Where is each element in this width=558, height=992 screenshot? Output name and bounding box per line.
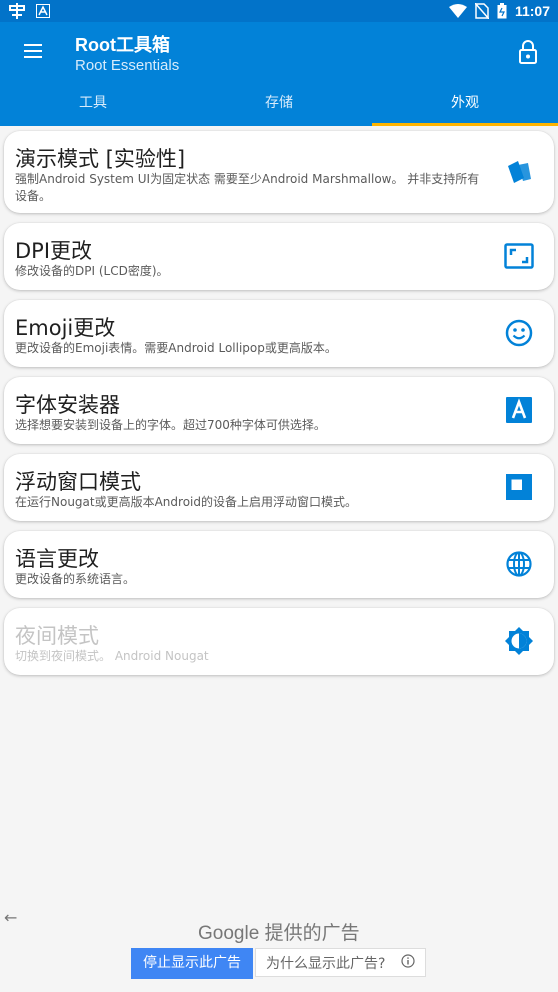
menu-icon[interactable] (22, 42, 46, 62)
globe-icon (504, 549, 534, 579)
google-logo: Google (198, 923, 260, 944)
card-floating-window[interactable]: 浮动窗口模式 在运行Nougat或更高版本Android的设备上启用浮动窗口模式… (4, 454, 554, 521)
lock-icon[interactable] (518, 40, 538, 64)
app-notification-icon (8, 3, 26, 19)
card-dpi[interactable]: DPI更改 修改设备的DPI (LCD密度)。 (4, 223, 554, 290)
card-title: 夜间模式 (15, 624, 99, 648)
tab-bar: 工具 存储 外观 (0, 82, 558, 126)
card-title: 字体安装器 (15, 393, 120, 417)
ad-brand-suffix: 提供的广告 (264, 923, 360, 944)
info-icon (401, 953, 415, 972)
card-night-mode[interactable]: 夜间模式 切换到夜间模式。 Android Nougat (4, 608, 554, 675)
stop-ad-button[interactable]: 停止显示此广告 (131, 948, 253, 979)
tab-tools[interactable]: 工具 (0, 82, 186, 126)
tab-appearance[interactable]: 外观 (372, 82, 558, 126)
font-icon (504, 395, 534, 425)
card-description: 修改设备的DPI (LCD密度)。 (15, 264, 169, 278)
floating-window-icon (504, 472, 534, 502)
card-description: 切换到夜间模式。 Android Nougat (15, 649, 209, 663)
card-emoji[interactable]: Emoji更改 更改设备的Emoji表情。需要Android Lollipop或… (4, 300, 554, 367)
why-ad-label: 为什么显示此广告? (266, 955, 386, 972)
card-font-installer[interactable]: 字体安装器 选择想要安装到设备上的字体。超过700种字体可供选择。 (4, 377, 554, 444)
demo-mode-icon (504, 157, 534, 187)
ad-back-icon[interactable]: ← (4, 908, 17, 927)
card-title: 语言更改 (15, 547, 99, 571)
app-subtitle: Root Essentials (75, 57, 180, 74)
card-description: 选择想要安装到设备上的字体。超过700种字体可供选择。 (15, 418, 326, 432)
card-language[interactable]: 语言更改 更改设备的系统语言。 (4, 531, 554, 598)
app-title: Root工具箱 (75, 35, 170, 55)
card-title: Emoji更改 (15, 316, 116, 340)
status-bar: 11:07 (0, 0, 558, 22)
card-title: 演示模式 [实验性] (15, 147, 186, 171)
card-description: 在运行Nougat或更高版本Android的设备上启用浮动窗口模式。 (15, 495, 357, 509)
ad-brand: Google 提供的广告 (198, 918, 360, 945)
battery-icon (497, 3, 507, 19)
card-description: 更改设备的Emoji表情。需要Android Lollipop或更高版本。 (15, 341, 337, 355)
feature-list: 演示模式 [实验性] 强制Android System UI为固定状态 需要至少… (4, 131, 554, 685)
card-title: DPI更改 (15, 239, 93, 263)
no-sim-icon (474, 3, 489, 19)
card-title: 浮动窗口模式 (15, 470, 141, 494)
card-description: 强制Android System UI为固定状态 需要至少Android Mar… (15, 172, 480, 203)
card-demo-mode[interactable]: 演示模式 [实验性] 强制Android System UI为固定状态 需要至少… (4, 131, 554, 213)
status-time: 11:07 (514, 3, 550, 19)
aspect-ratio-icon (504, 241, 534, 271)
wifi-icon (448, 4, 467, 18)
brightness-icon (504, 626, 534, 656)
app-bar: Root工具箱 Root Essentials 工具 存储 外观 (0, 22, 558, 126)
tab-storage[interactable]: 存储 (186, 82, 372, 126)
card-description: 更改设备的系统语言。 (15, 572, 136, 586)
smiley-icon (504, 318, 534, 348)
a-badge-icon (36, 4, 50, 18)
why-ad-button[interactable]: 为什么显示此广告? (255, 948, 426, 977)
